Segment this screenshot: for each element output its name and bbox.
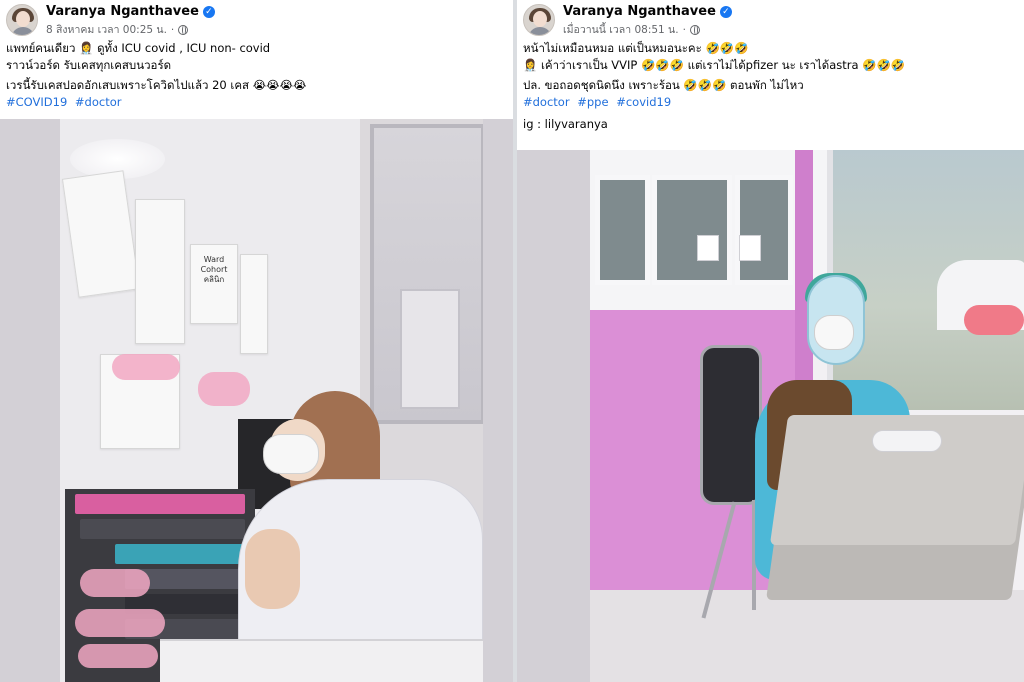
hashtag-row: #COVID19 #doctor — [6, 94, 506, 111]
post-header: Varanya Nganthavee ✓ 8 สิงหาคม เวลา 00:2… — [6, 4, 215, 40]
globe-icon — [689, 24, 700, 35]
caption-line: หน้าไม่เหมือนหมอ แต่เป็นหมอนะคะ 🤣🤣🤣 — [523, 41, 749, 55]
post-right: Varanya Nganthavee ✓ เมื่อวานนี้ เวลา 08… — [517, 0, 1024, 682]
caption-line: แพทย์คนเดียว 👩‍⚕️ ดูทั้ง ICU covid , ICU… — [6, 41, 271, 55]
post-header: Varanya Nganthavee ✓ เมื่อวานนี้ เวลา 08… — [523, 4, 732, 40]
post-photo[interactable] — [517, 150, 1024, 682]
verified-badge-icon: ✓ — [202, 5, 215, 18]
post-caption: หน้าไม่เหมือนหมอ แต่เป็นหมอนะคะ 🤣🤣🤣 👩‍⚕️… — [523, 40, 1023, 133]
hashtag-link[interactable]: #doctor — [75, 95, 122, 109]
hashtag-link[interactable]: #COVID19 — [6, 95, 67, 109]
post-timestamp[interactable]: 8 สิงหาคม เวลา 00:25 น. — [46, 21, 167, 38]
author-name[interactable]: Varanya Nganthavee — [46, 4, 199, 19]
ward-sign: Ward Cohort คลินิก — [190, 244, 238, 324]
avatar[interactable] — [6, 4, 38, 36]
caption-line: เวรนี้รับเคสปอดอักเสบเพราะโควิดไปแล้ว 20… — [6, 78, 307, 92]
caption-line: ราวน์วอร์ด รับเคสทุกเคสบนวอร์ด — [6, 58, 172, 72]
post-timestamp[interactable]: เมื่อวานนี้ เวลา 08:51 น. — [563, 21, 679, 38]
caption-line: 👩‍⚕️ เค้าว่าเราเป็น VVIP 🤣🤣🤣 แต่เราไม่ได… — [523, 58, 906, 72]
verified-badge-icon: ✓ — [719, 5, 732, 18]
caption-line: ปล. ขอถอดชุดนิดนึง เพราะร้อน 🤣🤣🤣 ตอนพัก … — [523, 78, 804, 92]
hashtag-row: #doctor #ppe #covid19 — [523, 94, 1023, 111]
post-caption: แพทย์คนเดียว 👩‍⚕️ ดูทั้ง ICU covid , ICU… — [6, 40, 506, 111]
post-left: Varanya Nganthavee ✓ 8 สิงหาคม เวลา 00:2… — [0, 0, 513, 682]
hashtag-link[interactable]: #ppe — [577, 95, 608, 109]
hashtag-link[interactable]: #covid19 — [616, 95, 671, 109]
post-photo[interactable]: Ward Cohort คลินิก — [0, 119, 513, 682]
globe-icon — [178, 24, 189, 35]
avatar[interactable] — [523, 4, 555, 36]
author-name[interactable]: Varanya Nganthavee — [563, 4, 716, 19]
hashtag-link[interactable]: #doctor — [523, 95, 570, 109]
ig-handle: ig : lilyvaranya — [523, 117, 608, 131]
